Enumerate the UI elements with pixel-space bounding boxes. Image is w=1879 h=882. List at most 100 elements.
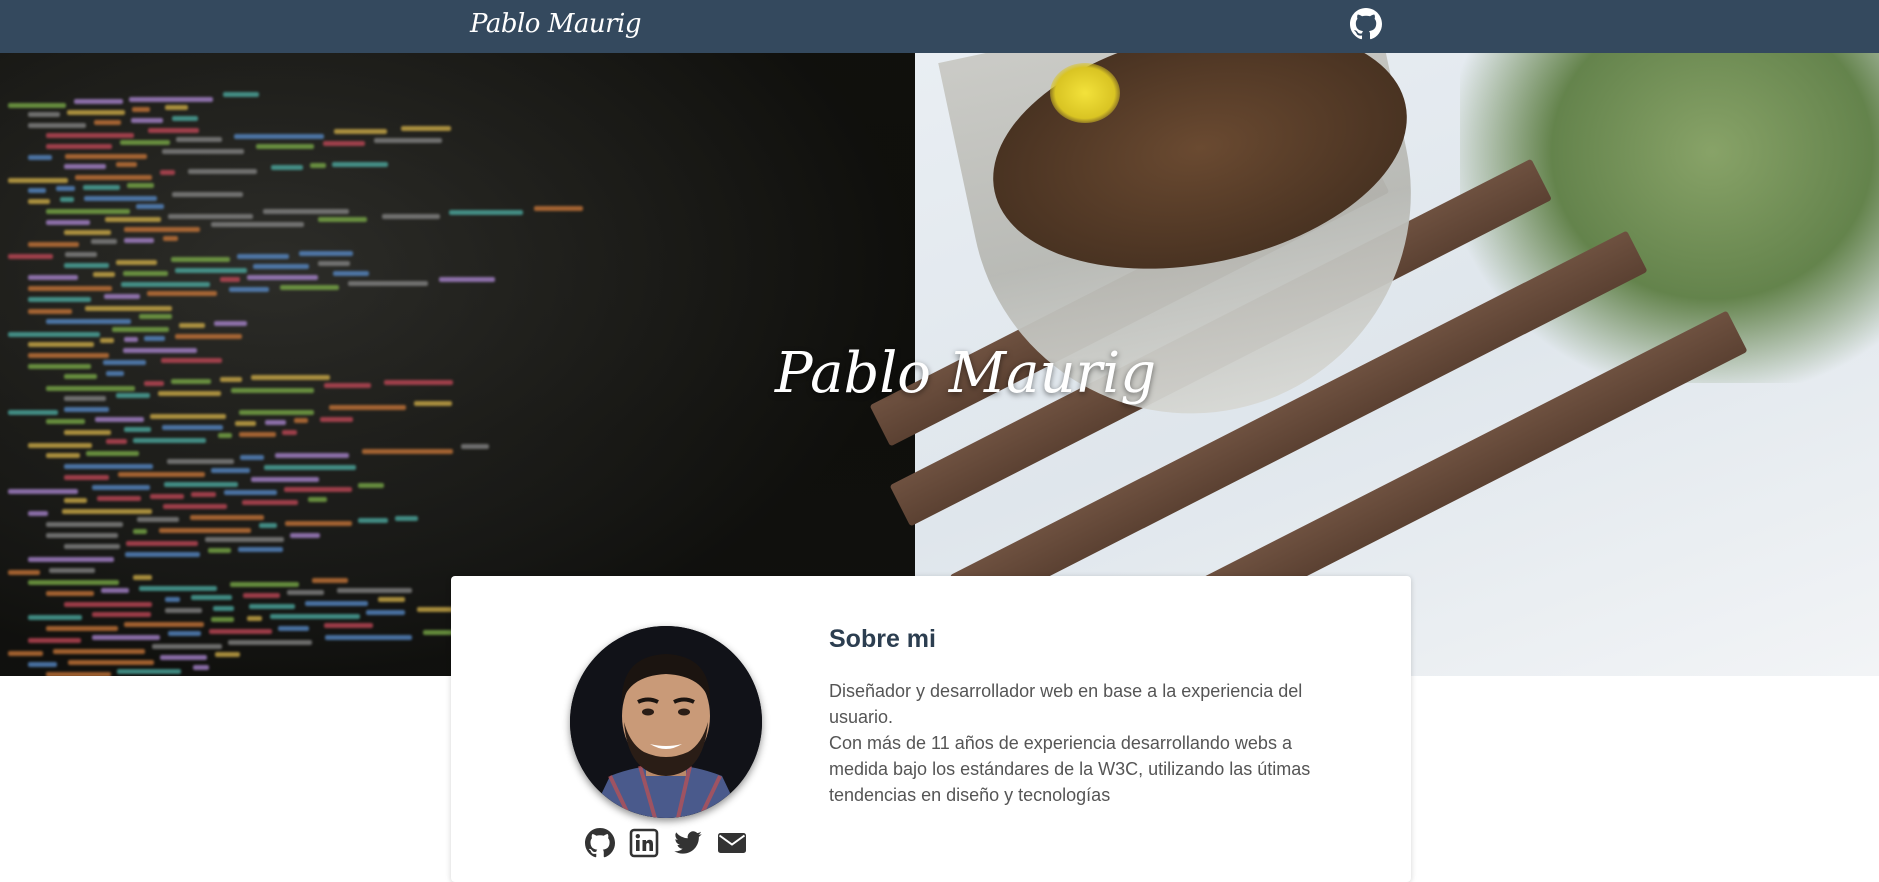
code-line-segment: [337, 587, 412, 593]
code-line-segment: [129, 96, 213, 102]
code-line-segment: [205, 536, 284, 542]
social-links: [585, 828, 755, 860]
code-line-segment: [121, 281, 210, 287]
code-line-segment: [95, 416, 144, 422]
code-line-segment: [101, 588, 129, 594]
code-line-segment: [97, 496, 141, 502]
code-line-segment: [230, 581, 299, 587]
code-line-segment: [263, 208, 349, 214]
code-line-segment: [208, 548, 231, 554]
hero-title: Pablo Maurig: [774, 341, 1157, 406]
code-line-segment: [8, 254, 53, 260]
mail-icon[interactable]: [717, 828, 747, 858]
code-line-segment: [46, 625, 118, 631]
code-line-segment: [67, 110, 125, 116]
code-line-segment: [242, 500, 298, 506]
code-line-segment: [224, 489, 277, 495]
code-line-segment: [46, 672, 111, 676]
code-line-segment: [62, 509, 152, 515]
code-line-segment: [112, 326, 169, 332]
code-line-segment: [243, 592, 280, 598]
code-line-segment: [259, 522, 277, 528]
code-line-segment: [366, 609, 405, 615]
code-line-segment: [75, 174, 152, 180]
code-line-segment: [28, 442, 92, 448]
code-line-segment: [164, 481, 238, 487]
code-line-segment: [191, 595, 232, 601]
code-line-segment: [253, 264, 309, 270]
code-line-segment: [358, 517, 388, 523]
twitter-icon[interactable]: [673, 828, 703, 858]
github-icon[interactable]: [585, 828, 615, 858]
code-line-segment: [28, 275, 78, 281]
code-line-segment: [191, 491, 216, 497]
about-card: Sobre mi Diseñador y desarrollador web e…: [451, 576, 1411, 882]
code-line-segment: [28, 580, 119, 586]
about-paragraph: Con más de 11 años de experiencia desarr…: [829, 733, 1311, 805]
code-line-segment: [147, 291, 217, 297]
code-line-segment: [282, 430, 297, 436]
code-line-segment: [124, 226, 200, 232]
code-line-segment: [125, 552, 200, 558]
code-line-segment: [251, 477, 319, 483]
code-line-segment: [28, 661, 57, 667]
code-line-segment: [56, 186, 75, 192]
code-line-segment: [214, 321, 247, 327]
code-line-segment: [362, 448, 453, 454]
hero-flower: [1050, 63, 1120, 123]
code-line-segment: [28, 198, 50, 204]
code-line-segment: [294, 418, 308, 424]
code-line-segment: [133, 528, 147, 534]
code-line-segment: [213, 605, 234, 611]
code-line-segment: [92, 485, 150, 491]
code-line-segment: [285, 521, 352, 527]
code-line-segment: [256, 143, 314, 149]
code-line-segment: [148, 127, 199, 133]
code-line-segment: [64, 543, 120, 549]
code-line-segment: [117, 668, 181, 674]
code-line-segment: [165, 596, 180, 602]
code-line-segment: [28, 557, 114, 563]
code-line-segment: [374, 138, 442, 144]
code-line-segment: [179, 323, 205, 329]
code-line-segment: [247, 615, 262, 621]
code-line-segment: [211, 222, 304, 228]
code-line-segment: [235, 421, 256, 427]
code-line-segment: [162, 148, 244, 154]
code-line-segment: [8, 410, 58, 416]
github-icon[interactable]: [1350, 8, 1382, 40]
code-line-segment: [64, 475, 109, 481]
code-line-segment: [211, 617, 234, 623]
code-line-segment: [239, 409, 314, 415]
code-line-segment: [215, 652, 240, 658]
code-line-segment: [160, 170, 175, 176]
code-line-segment: [8, 489, 78, 495]
code-line-segment: [105, 216, 161, 222]
code-line-segment: [190, 514, 264, 520]
code-line-segment: [120, 139, 170, 145]
linkedin-icon[interactable]: [629, 828, 659, 858]
code-line-segment: [228, 639, 312, 645]
avatar: [570, 626, 762, 818]
brand-link[interactable]: Pablo Maurig: [470, 6, 641, 42]
code-line-segment: [46, 143, 112, 149]
code-line-segment: [106, 439, 127, 444]
code-line-segment: [132, 107, 150, 113]
code-line-segment: [46, 318, 131, 324]
code-line-segment: [193, 665, 209, 671]
code-line-segment: [176, 137, 222, 143]
code-line-segment: [49, 567, 95, 573]
code-line-segment: [64, 601, 152, 607]
code-line-segment: [534, 206, 583, 212]
code-line-segment: [395, 515, 418, 521]
code-line-segment: [8, 569, 40, 575]
code-line-segment: [323, 140, 365, 146]
code-line-segment: [284, 486, 352, 492]
code-line-segment: [46, 590, 94, 596]
code-line-segment: [28, 112, 60, 118]
code-line-segment: [270, 614, 360, 620]
code-line-segment: [92, 635, 160, 641]
code-line-segment: [234, 134, 324, 140]
code-line-segment: [168, 631, 201, 637]
code-line-segment: [150, 493, 184, 499]
